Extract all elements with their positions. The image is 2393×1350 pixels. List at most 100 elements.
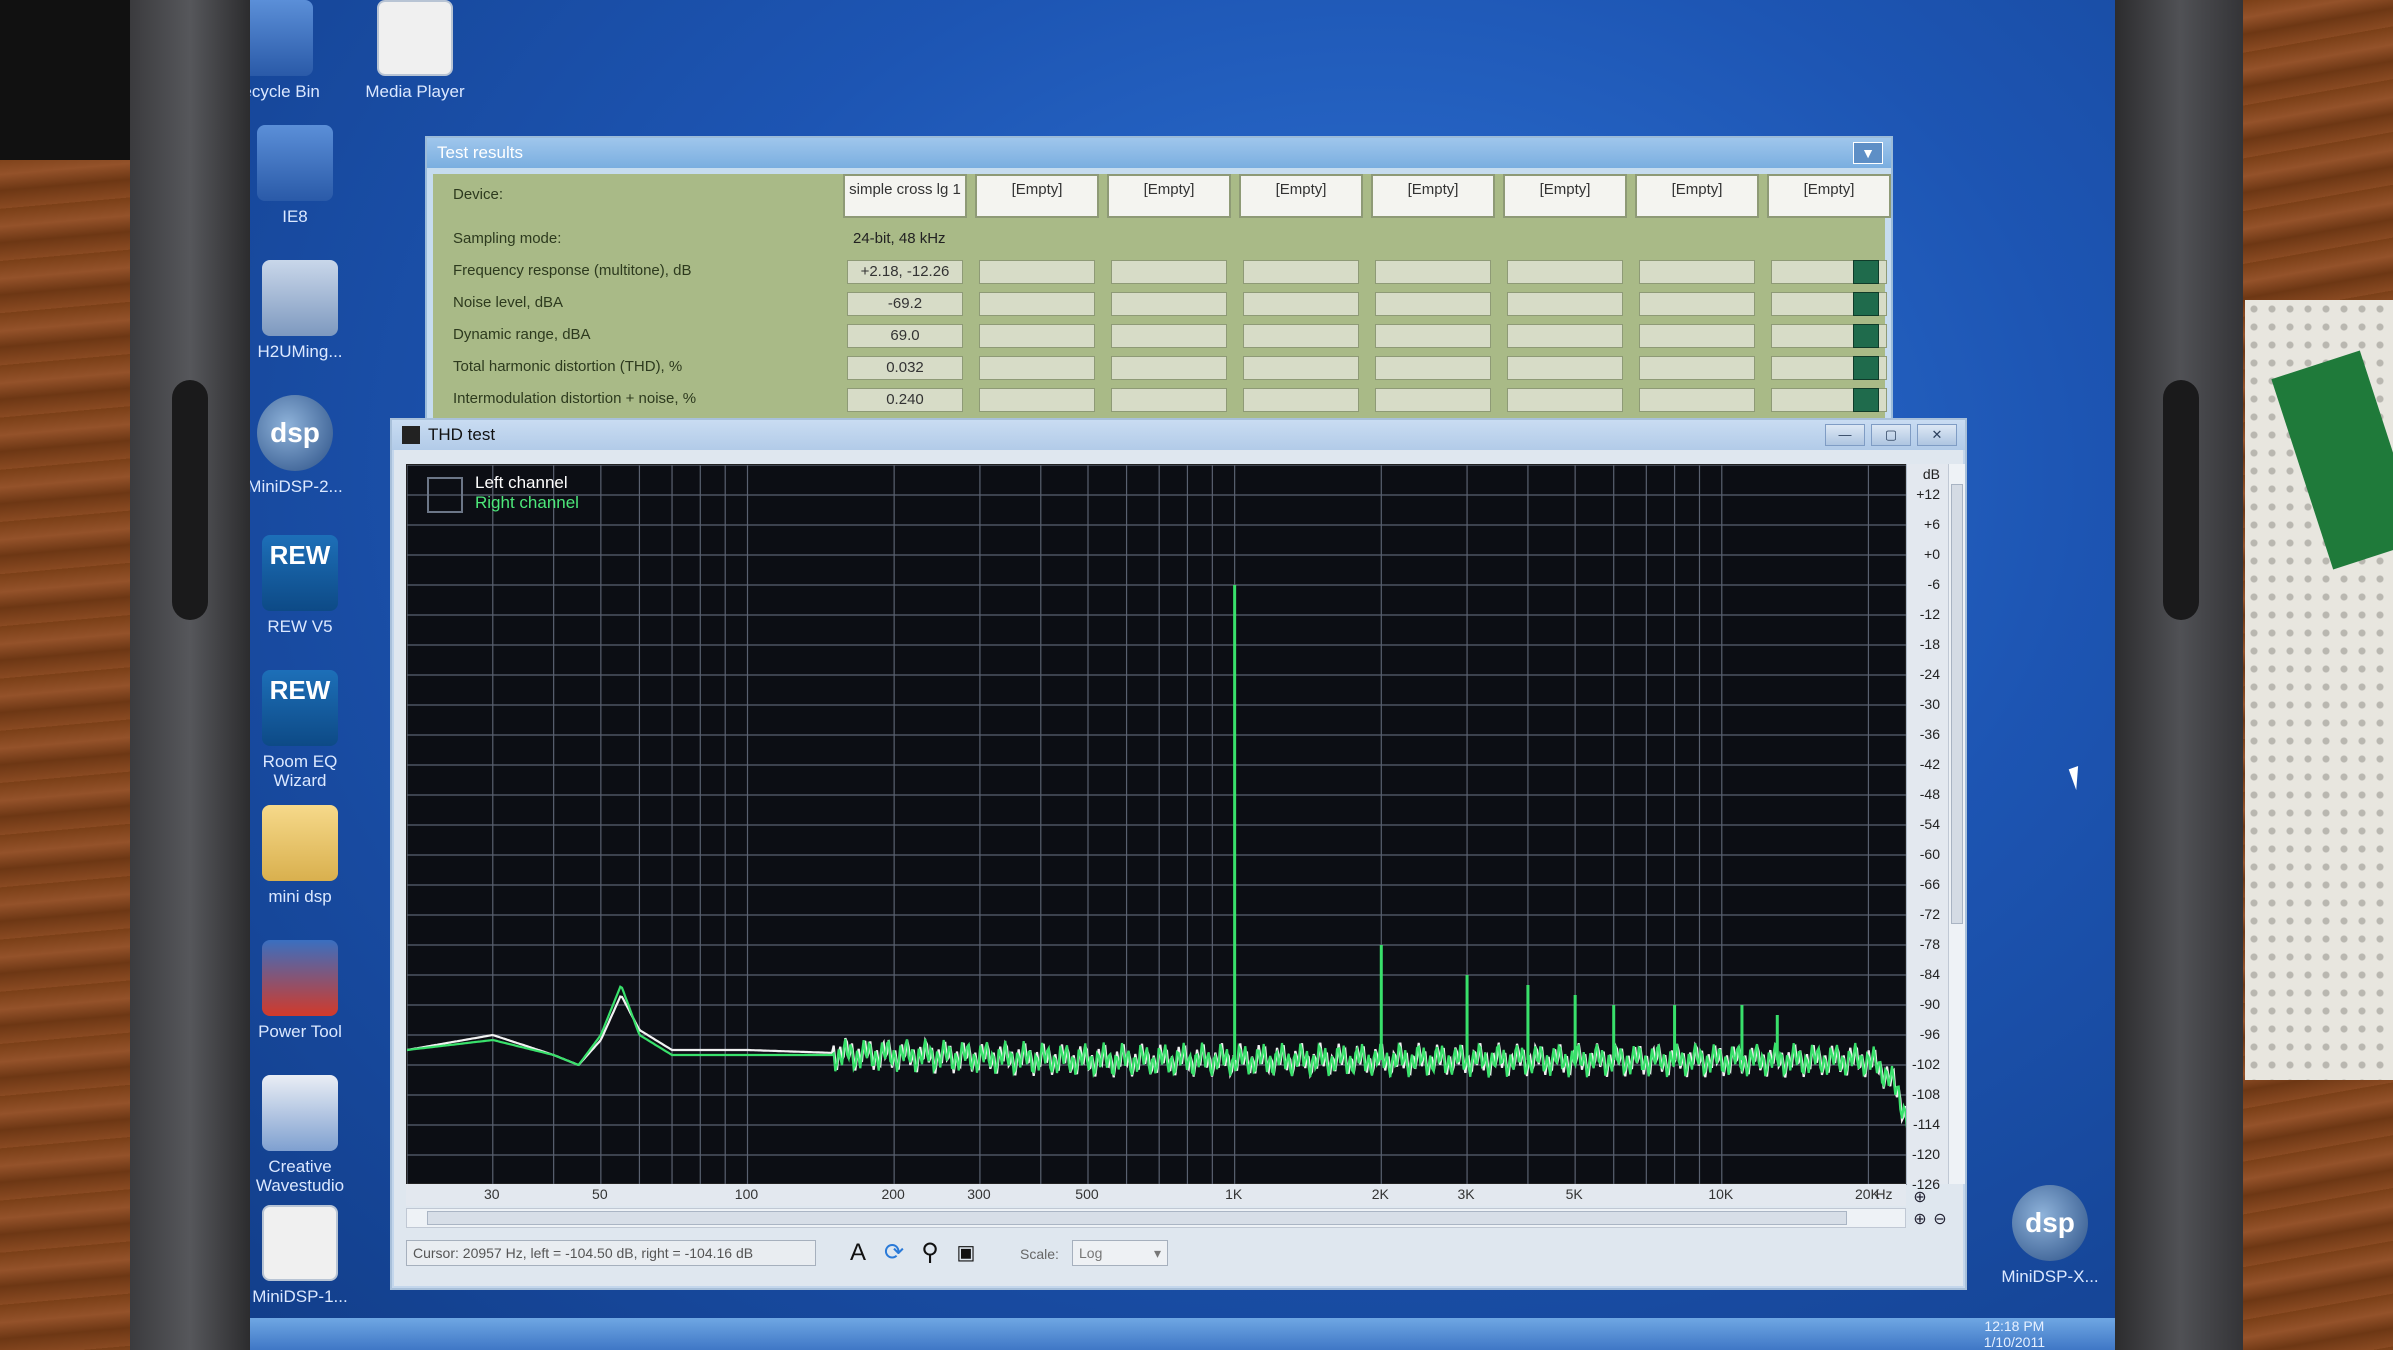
legend-left-channel: Left channel	[475, 473, 568, 492]
empty-result-cell	[1243, 260, 1359, 284]
empty-result-cell	[1639, 388, 1755, 412]
device-column-header[interactable]: [Empty]	[1107, 174, 1231, 218]
freq-tick-label: 30	[483, 1186, 500, 1202]
db-tick-label: -36	[1919, 726, 1940, 742]
utility-icon	[262, 260, 338, 336]
maximize-button[interactable]: ▢	[1871, 424, 1911, 446]
row-value: 0.240	[847, 388, 963, 412]
status-bar: Cursor: 20957 Hz, left = -104.50 dB, rig…	[406, 1232, 1946, 1272]
device-column-header[interactable]: [Empty]	[975, 174, 1099, 218]
graph-button[interactable]	[1853, 356, 1879, 380]
power-icon	[262, 940, 338, 1016]
scale-select[interactable]: Log ▾	[1072, 1240, 1168, 1266]
db-tick-label: -84	[1919, 966, 1940, 982]
graph-button[interactable]	[1853, 324, 1879, 348]
db-tick-label: -90	[1919, 996, 1940, 1012]
device-column-header[interactable]: [Empty]	[1371, 174, 1495, 218]
horizontal-scrollbar[interactable]	[406, 1208, 1906, 1228]
monitor-bezel-right	[2115, 0, 2245, 1350]
desktop-icon[interactable]: dsp MiniDSP-X...	[1995, 1185, 2105, 1286]
db-tick-label: -96	[1919, 1026, 1940, 1042]
empty-result-cell	[979, 356, 1095, 380]
computer-icon	[257, 125, 333, 201]
db-tick-label: -108	[1911, 1086, 1940, 1102]
db-tick-label: -30	[1919, 696, 1940, 712]
desktop-icon[interactable]: REW Room EQ Wizard	[250, 670, 355, 790]
db-tick-label: -6	[1927, 576, 1940, 592]
vertical-scrollbar[interactable]	[1948, 464, 1965, 1184]
freq-tick-label: 300	[967, 1186, 991, 1202]
graph-button[interactable]	[1853, 292, 1879, 316]
empty-result-cell	[1375, 324, 1491, 348]
device-column-header[interactable]: [Empty]	[1503, 174, 1627, 218]
device-column-header[interactable]: [Empty]	[1635, 174, 1759, 218]
row-value: +2.18, -12.26	[847, 260, 963, 284]
spectrum-plot[interactable]: Left channel Right channel	[406, 464, 1907, 1185]
db-tick-label: +0	[1924, 546, 1940, 562]
desktop-icon[interactable]: Creative Wavestudio	[250, 1075, 355, 1195]
window-title: THD test	[428, 425, 496, 444]
db-tick-label: -54	[1919, 816, 1940, 832]
window-title-bar: Test results ▼	[427, 138, 1891, 168]
close-button[interactable]: ✕	[1917, 424, 1957, 446]
freq-tick-label: 50	[592, 1186, 608, 1202]
desktop-icon[interactable]: mini dsp	[250, 805, 355, 906]
freq-tick-label: 100	[734, 1186, 759, 1202]
db-tick-label: -78	[1919, 936, 1940, 952]
desktop-icon[interactable]: REW REW V5	[250, 535, 355, 636]
db-tick-label: -24	[1919, 666, 1940, 682]
empty-result-cell	[1243, 324, 1359, 348]
folder-icon	[262, 805, 338, 881]
empty-result-cell	[1639, 324, 1755, 348]
desktop-icon[interactable]: Power Tool	[250, 940, 355, 1041]
device-column-header[interactable]: simple cross lg 1	[843, 174, 967, 218]
zoom-fit-icon[interactable]: ⊕	[1910, 1188, 1930, 1208]
db-tick-label: -18	[1919, 636, 1940, 652]
zoom-out-icon[interactable]: ⊖	[1930, 1210, 1950, 1230]
magnifier-icon[interactable]: ⚲	[914, 1238, 946, 1268]
window-title: Test results	[437, 143, 523, 162]
desktop-icon[interactable]: Media Player	[360, 0, 470, 101]
legend-right-channel: Right channel	[475, 493, 579, 512]
refresh-icon[interactable]: ⟳	[878, 1238, 910, 1268]
desktop-icon[interactable]: Recycle Bin	[250, 0, 330, 101]
text-tool-icon[interactable]: A	[842, 1238, 874, 1268]
freq-tick-label: 200	[881, 1186, 905, 1202]
spectrum-chart	[407, 465, 1907, 1185]
row-value: 69.0	[847, 324, 963, 348]
desktop-icon[interactable]: MiniDSP-1...	[250, 1205, 355, 1306]
minidsp-icon: dsp	[2012, 1185, 2088, 1261]
freq-tick-label: 3K	[1457, 1186, 1475, 1202]
chart-settings-icon[interactable]	[427, 477, 463, 513]
collapse-button[interactable]: ▼	[1853, 142, 1883, 164]
clock[interactable]: 12:18 PM 1/10/2011	[1984, 1318, 2045, 1350]
graph-button[interactable]	[1853, 260, 1879, 284]
freq-tick-label: 5K	[1565, 1186, 1583, 1202]
desktop-screen: Recycle Bin Media Player IE8 H2UMing... …	[250, 0, 2115, 1350]
monitor-bezel-left	[130, 0, 250, 1350]
minidsp-icon: dsp	[257, 395, 333, 471]
db-tick-label: -48	[1919, 786, 1940, 802]
db-tick-label: -114	[1913, 1116, 1940, 1132]
device-column-header[interactable]: [Empty]	[1767, 174, 1891, 218]
empty-result-cell	[1375, 292, 1491, 316]
freq-tick-label: 1K	[1225, 1186, 1243, 1202]
desktop-icon[interactable]: IE8	[250, 125, 350, 226]
row-label: Total harmonic distortion (THD), %	[453, 358, 683, 375]
empty-result-cell	[1243, 292, 1359, 316]
save-icon[interactable]: ▣	[950, 1238, 982, 1268]
minimize-button[interactable]: —	[1825, 424, 1865, 446]
row-label: Sampling mode:	[453, 230, 562, 247]
desktop-icon[interactable]: dsp MiniDSP-2...	[250, 395, 350, 496]
empty-result-cell	[1375, 260, 1491, 284]
device-column-header[interactable]: [Empty]	[1239, 174, 1363, 218]
empty-result-cell	[1375, 388, 1491, 412]
empty-result-cell	[1507, 260, 1623, 284]
empty-result-cell	[1243, 356, 1359, 380]
zoom-in-icon[interactable]: ⊕	[1910, 1210, 1930, 1230]
empty-result-cell	[1507, 324, 1623, 348]
desktop-icon[interactable]: H2UMing...	[250, 260, 355, 361]
test-results-window: Test results ▼ Device: simple cross lg 1…	[425, 136, 1893, 428]
media-icon	[377, 0, 453, 76]
graph-button[interactable]	[1853, 388, 1879, 412]
